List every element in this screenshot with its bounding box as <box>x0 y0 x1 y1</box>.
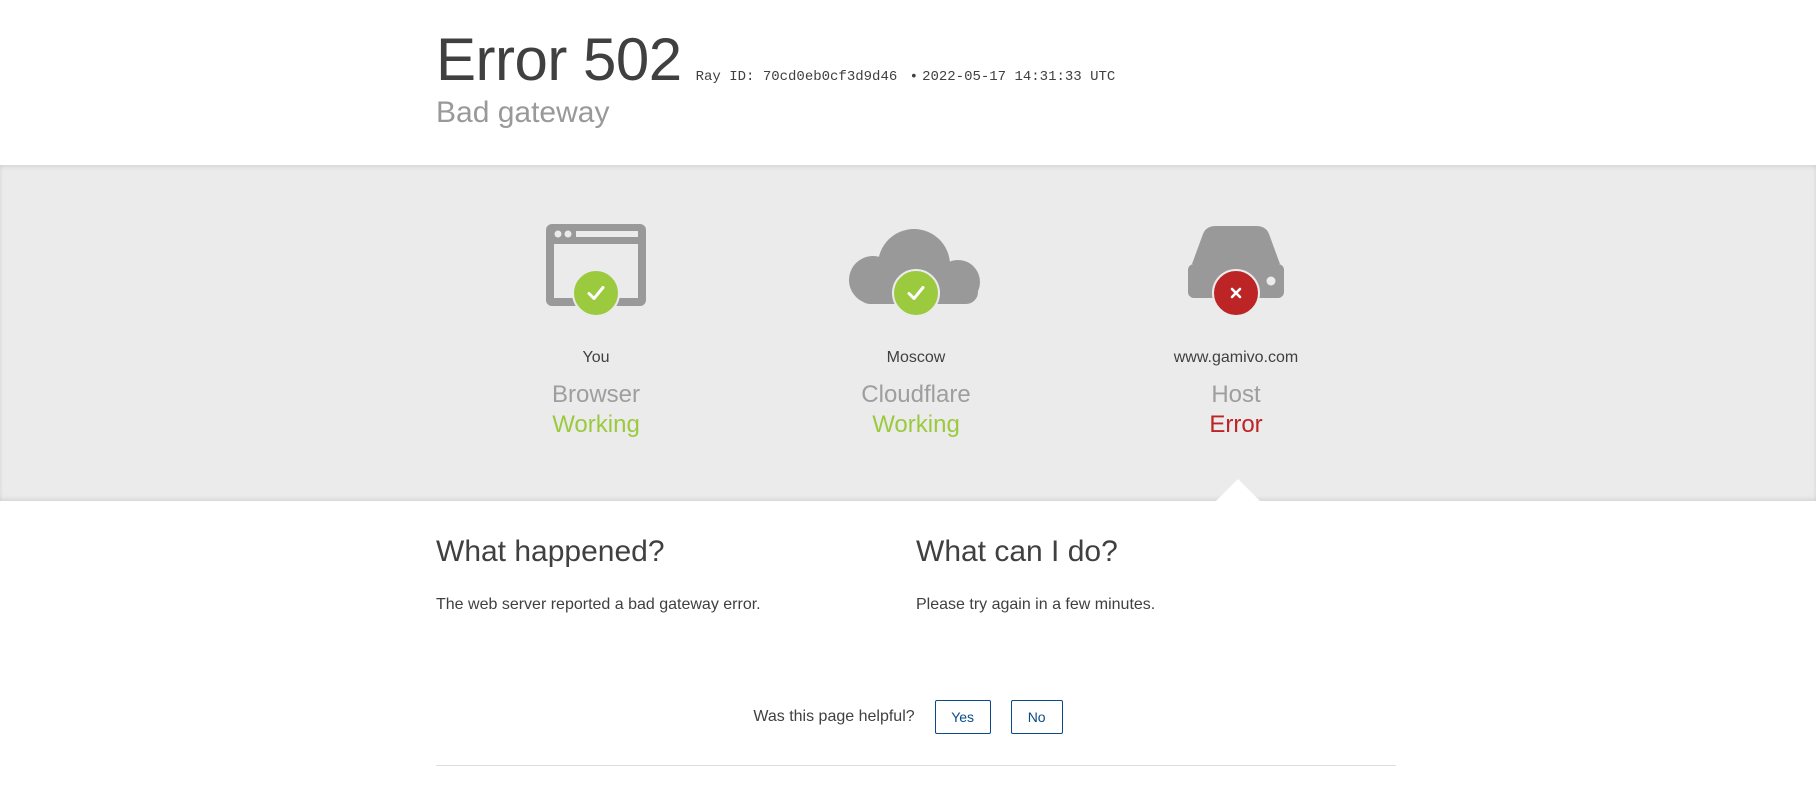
node-cloudflare: Moscow Cloudflare Working <box>786 165 1046 439</box>
what-can-i-do-section: What can I do? Please try again in a few… <box>916 532 1356 614</box>
feedback-bar: Was this page helpful? Yes No <box>0 700 1816 734</box>
check-icon <box>892 269 940 317</box>
error-code: Error 502 <box>436 26 682 93</box>
feedback-yes-button[interactable]: Yes <box>934 700 991 734</box>
host-pointer-arrow <box>1216 479 1260 501</box>
ray-id: Ray ID: 70cd0eb0cf3d9d46 <box>695 69 898 85</box>
node-state: Working <box>552 411 640 438</box>
node-host: www.gamivo.com Host Error <box>1106 165 1366 439</box>
browser-icon <box>516 222 676 322</box>
node-role: Cloudflare <box>861 381 971 408</box>
feedback-no-button[interactable]: No <box>1010 700 1063 734</box>
node-state: Working <box>872 411 960 438</box>
what-can-i-do-body: Please try again in a few minutes. <box>916 596 1156 613</box>
ray-separator: • <box>909 69 919 85</box>
what-happened-body: The web server reported a bad gateway er… <box>436 596 761 613</box>
ray-timestamp: 2022-05-17 14:31:33 UTC <box>922 69 1116 85</box>
cloud-icon <box>836 222 996 322</box>
ray-info: Ray ID: 70cd0eb0cf3d9d46 • 2022-05-17 14:… <box>696 69 1116 85</box>
error-header: Error 502 Ray ID: 70cd0eb0cf3d9d46 • 2022… <box>0 0 1816 165</box>
node-role: Browser <box>551 381 641 408</box>
check-icon <box>572 269 620 317</box>
close-icon <box>1212 269 1260 317</box>
feedback-question: Was this page helpful? <box>753 708 915 725</box>
what-can-i-do-title: What can I do? <box>916 535 1118 568</box>
node-location: Moscow <box>886 349 946 366</box>
node-location: You <box>582 349 610 366</box>
what-happened-section: What happened? The web server reported a… <box>436 532 876 614</box>
node-state: Error <box>1209 411 1263 438</box>
node-role: Host <box>1211 381 1261 408</box>
footer-divider <box>436 765 1396 766</box>
status-band: You Browser Working Moscow Cloudflare Wo… <box>0 165 1816 501</box>
error-subtitle: Bad gateway <box>436 96 610 129</box>
node-browser: You Browser Working <box>466 165 726 439</box>
what-happened-title: What happened? <box>436 535 665 568</box>
title-row: Error 502 Ray ID: 70cd0eb0cf3d9d46 • 2022… <box>436 24 1115 96</box>
server-icon <box>1156 222 1316 322</box>
node-location: www.gamivo.com <box>1173 349 1299 366</box>
